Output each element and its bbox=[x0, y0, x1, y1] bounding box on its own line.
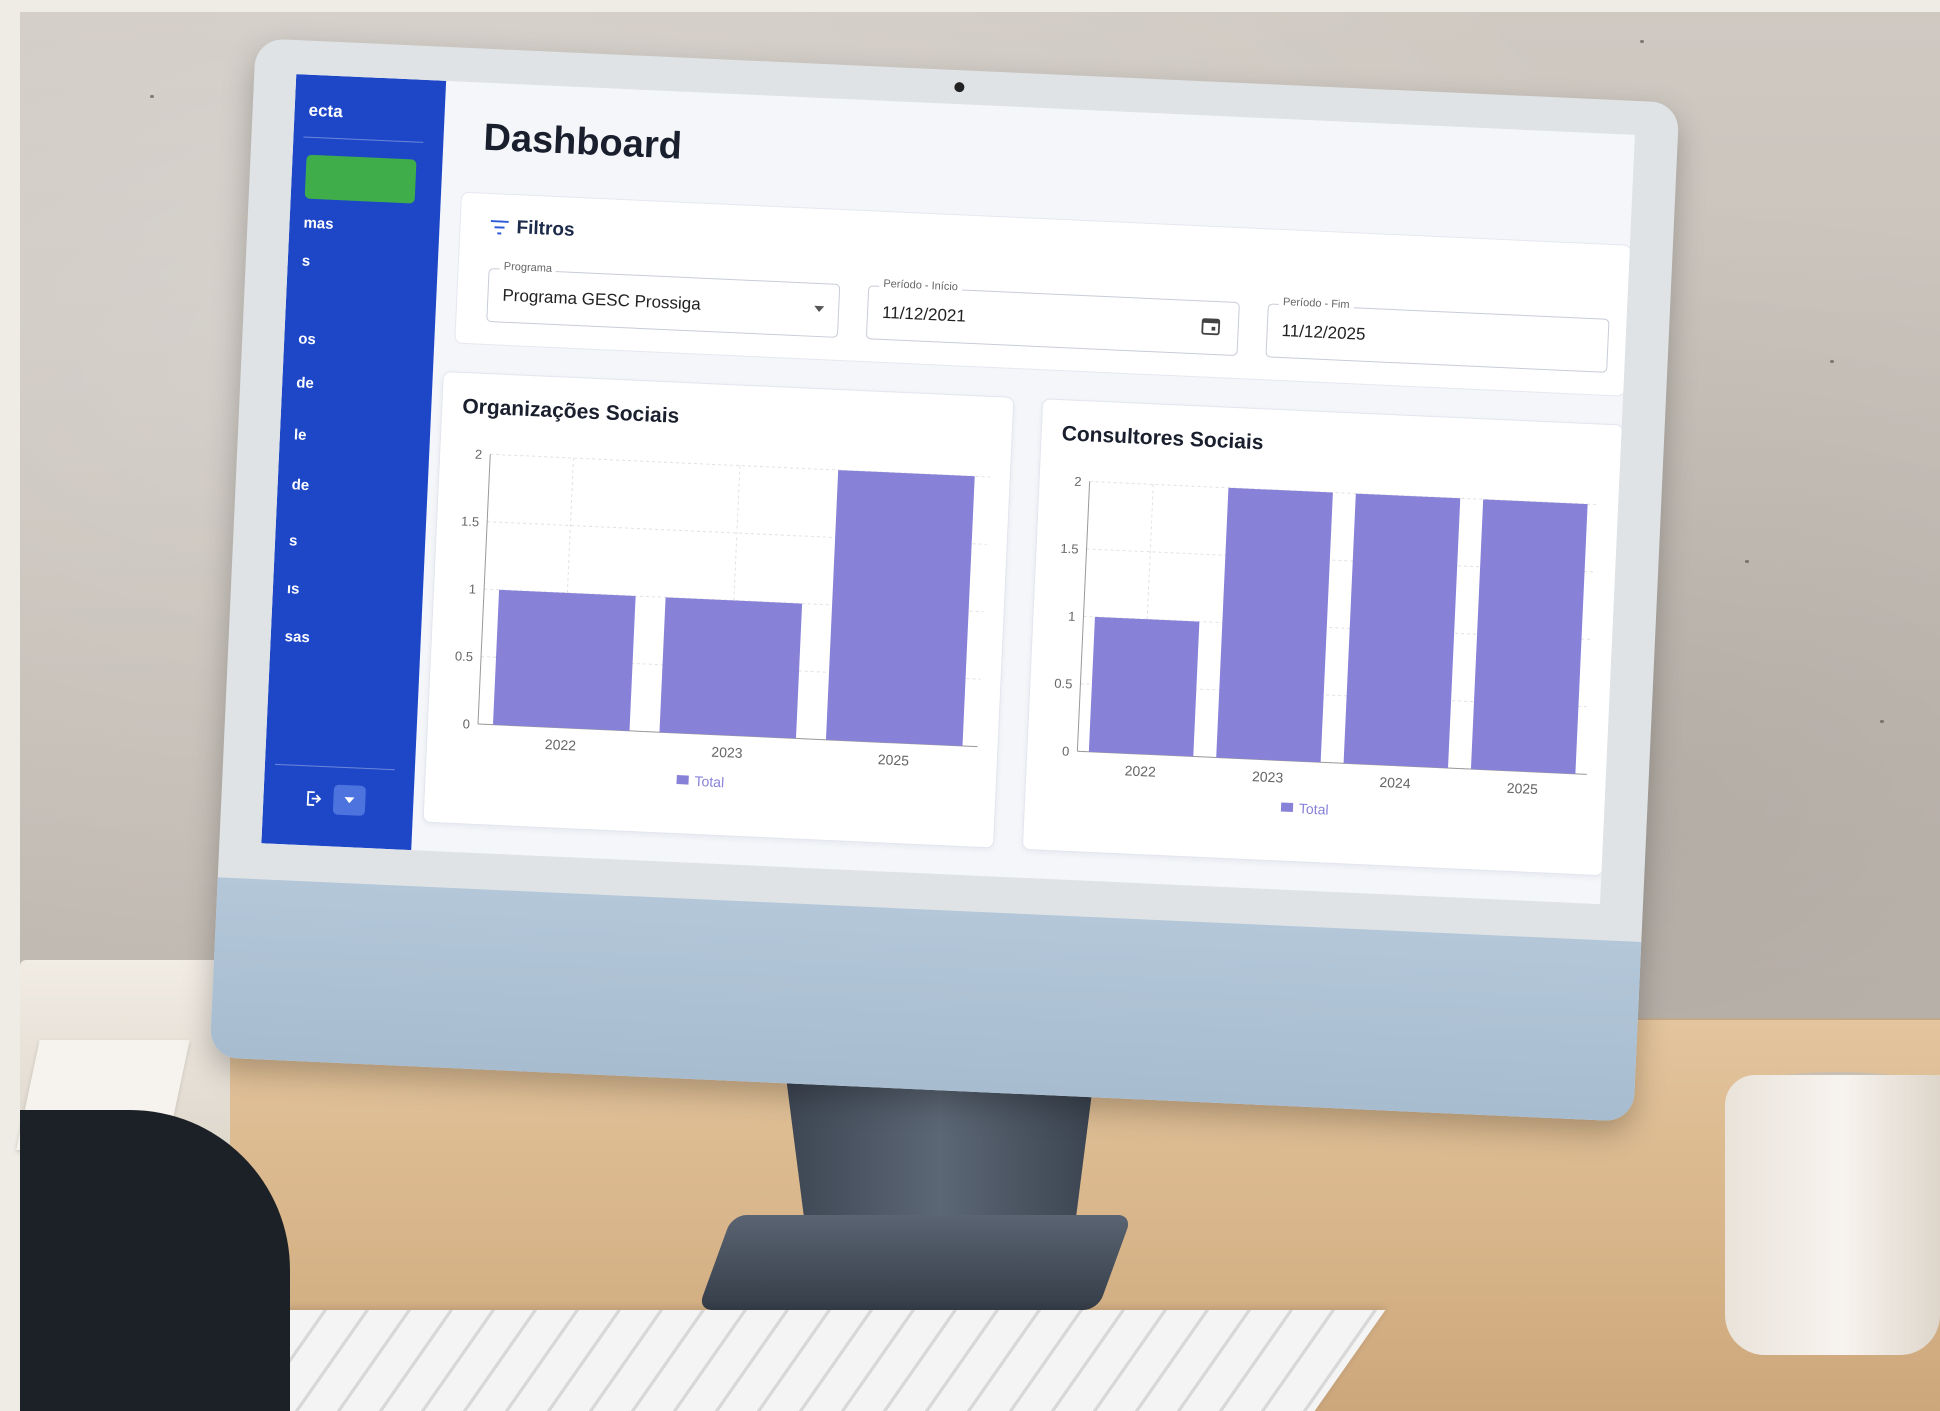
y-tick-label: 1.5 bbox=[1060, 541, 1079, 557]
monitor-stand-base bbox=[697, 1215, 1133, 1310]
program-select[interactable]: Programa Programa GESC Prossiga bbox=[486, 260, 841, 338]
wall-speck bbox=[1640, 40, 1644, 43]
screen: ecta mas s os de le de s ıs sas Dashboar… bbox=[261, 74, 1635, 905]
bar-2023 bbox=[1216, 487, 1333, 763]
y-tick-label: 0 bbox=[1062, 744, 1070, 759]
x-tick-label: 2025 bbox=[1506, 780, 1538, 797]
x-tick-label: 2023 bbox=[1252, 768, 1284, 785]
sidebar-item[interactable]: de bbox=[296, 374, 314, 392]
legend-label: Total bbox=[1299, 800, 1329, 817]
bar-chart-consultores: 0 0.5 1 1.5 2 2022 2023 2024 2025 Total bbox=[1054, 474, 1600, 818]
end-date-value: 11/12/2025 bbox=[1281, 321, 1366, 344]
sidebar-item[interactable]: os bbox=[298, 330, 316, 348]
y-tick-label: 1 bbox=[1068, 609, 1076, 624]
bar-2023 bbox=[659, 597, 803, 739]
x-tick-label: 2022 bbox=[1124, 762, 1156, 779]
bar-2025 bbox=[825, 470, 975, 746]
y-axis bbox=[1076, 481, 1091, 752]
chart-card-consultores: Consultores Sociais 0 0.5 1 1.5 2 2022 2023 202… bbox=[1021, 398, 1624, 877]
gridline bbox=[1089, 480, 1600, 506]
sidebar-item[interactable]: s bbox=[289, 532, 298, 549]
start-date-value: 11/12/2021 bbox=[881, 302, 967, 326]
x-tick-label: 2024 bbox=[1379, 774, 1411, 791]
legend-label: Total bbox=[694, 773, 724, 790]
bar-chart-organizacoes: 0 0.5 1 1.5 2 2022 2023 2025 Total bbox=[455, 447, 990, 790]
user-menu-button[interactable] bbox=[332, 784, 367, 816]
sidebar-item[interactable]: sas bbox=[284, 628, 310, 646]
sidebar-item[interactable]: mas bbox=[303, 215, 334, 233]
filters-header[interactable]: Filtros bbox=[490, 216, 575, 242]
y-tick-label: 0.5 bbox=[455, 648, 474, 664]
wall-speck bbox=[1880, 720, 1884, 723]
page-title: Dashboard bbox=[482, 116, 683, 168]
bar-2022 bbox=[492, 589, 636, 731]
dropdown-arrow-icon bbox=[814, 305, 825, 313]
x-tick-label: 2023 bbox=[711, 744, 743, 761]
logout-icon[interactable] bbox=[303, 787, 326, 810]
x-tick-label: 2025 bbox=[878, 751, 910, 768]
calendar-icon[interactable] bbox=[1199, 314, 1222, 337]
sidebar-item[interactable]: ıs bbox=[287, 580, 300, 598]
y-tick-label: 2 bbox=[475, 447, 483, 462]
chart-title: Consultores Sociais bbox=[1061, 422, 1264, 455]
wall-speck bbox=[1745, 560, 1749, 563]
brand-logo[interactable]: ecta bbox=[308, 101, 343, 123]
filter-icon bbox=[490, 220, 509, 235]
y-tick-label: 1.5 bbox=[461, 514, 480, 530]
filters-title: Filtros bbox=[516, 217, 576, 241]
start-date-field[interactable]: Período - Início 11/12/2021 bbox=[865, 277, 1240, 357]
program-value: Programa GESC Prossiga bbox=[502, 285, 702, 314]
bar-2025 bbox=[1470, 499, 1588, 774]
coffee-mug bbox=[1725, 1075, 1940, 1355]
program-label: Programa bbox=[499, 260, 557, 276]
y-tick-label: 1 bbox=[469, 581, 477, 596]
y-tick-label: 0.5 bbox=[1054, 676, 1073, 692]
bar-2022 bbox=[1088, 616, 1200, 757]
webcam bbox=[954, 81, 965, 93]
y-axis bbox=[477, 454, 491, 725]
keyboard bbox=[214, 1310, 1386, 1411]
monitor: ecta mas s os de le de s ıs sas Dashboar… bbox=[209, 38, 1680, 1122]
chart-title: Organizações Sociais bbox=[461, 394, 680, 428]
sidebar-item[interactable]: de bbox=[291, 476, 309, 494]
filters-panel: Filtros Programa Programa GESC Prossiga … bbox=[454, 191, 1632, 397]
y-tick-label: 0 bbox=[462, 716, 470, 731]
x-tick-label: 2022 bbox=[545, 736, 577, 753]
divider bbox=[274, 763, 395, 771]
sidebar-item[interactable]: s bbox=[301, 253, 310, 270]
main-content: Dashboard Filtros Programa Programa GESC… bbox=[411, 81, 1635, 904]
legend-swatch bbox=[676, 775, 689, 785]
y-tick-label: 2 bbox=[1074, 474, 1082, 489]
sidebar-item[interactable]: le bbox=[294, 426, 307, 444]
chevron-down-icon bbox=[344, 797, 355, 804]
chart-card-organizacoes: Organizações Sociais 0 0.5 1 1.5 2 2022 2023 20… bbox=[422, 371, 1015, 849]
end-date-label: Período - Fim bbox=[1278, 295, 1354, 312]
legend-swatch bbox=[1280, 802, 1294, 813]
start-date-label: Período - Início bbox=[879, 277, 963, 294]
sidebar-item-active[interactable] bbox=[304, 154, 417, 204]
bar-2024 bbox=[1343, 493, 1461, 769]
wall-speck bbox=[1830, 360, 1834, 363]
end-date-field[interactable]: Período - Fim 11/12/2025 bbox=[1265, 295, 1610, 373]
divider bbox=[303, 136, 424, 143]
wall-speck bbox=[150, 95, 154, 98]
